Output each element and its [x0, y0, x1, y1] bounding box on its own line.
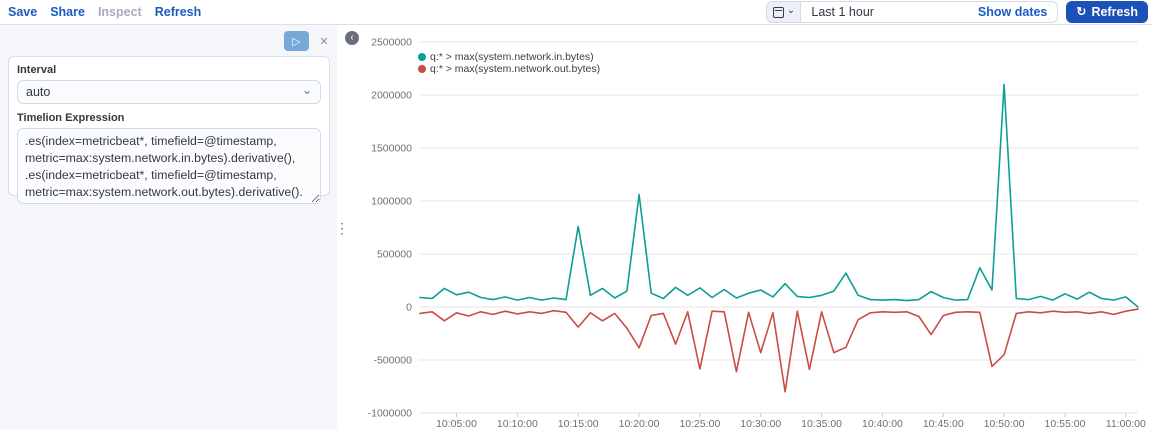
run-expression-button[interactable]: ▷ — [284, 31, 309, 51]
share-link[interactable]: Share — [50, 5, 85, 19]
svg-text:2500000: 2500000 — [371, 37, 412, 49]
svg-text:-1000000: -1000000 — [368, 408, 413, 420]
svg-text:10:50:00: 10:50:00 — [984, 418, 1025, 429]
interval-select[interactable]: auto ⌄ — [17, 80, 321, 104]
svg-text:10:15:00: 10:15:00 — [558, 418, 599, 429]
collapse-left-icon: ‹ — [350, 32, 353, 43]
legend-dot-in-bytes — [418, 53, 426, 61]
collapse-panel-button[interactable]: ‹ — [345, 31, 359, 45]
expression-label: Timelion Expression — [17, 112, 321, 124]
show-dates-link[interactable]: Show dates — [978, 2, 1057, 22]
legend-label-out-bytes: q:* > max(system.network.out.bytes) — [430, 63, 600, 75]
close-editor-button[interactable]: ✕ — [316, 33, 332, 49]
panel-actions: ▷ ✕ — [284, 31, 332, 51]
refresh-button[interactable]: ↻ Refresh — [1066, 1, 1148, 23]
legend-item: q:* > max(system.network.in.bytes) — [418, 51, 600, 62]
legend-label-in-bytes: q:* > max(system.network.in.bytes) — [430, 51, 594, 63]
super-date-picker: ⌄ Last 1 hour Show dates — [766, 1, 1058, 23]
chart-legend: q:* > max(system.network.in.bytes) q:* >… — [418, 51, 600, 75]
select-chevron-down-icon: ⌄ — [302, 88, 312, 93]
interval-label: Interval — [17, 64, 321, 76]
refresh-button-label: Refresh — [1091, 5, 1138, 19]
refresh-icon: ↻ — [1076, 6, 1086, 18]
svg-text:10:20:00: 10:20:00 — [619, 418, 660, 429]
expression-field: Timelion Expression .es(index=metricbeat… — [17, 112, 321, 209]
svg-text:500000: 500000 — [377, 249, 412, 261]
svg-text:10:40:00: 10:40:00 — [862, 418, 903, 429]
calendar-icon — [773, 7, 784, 18]
svg-text:10:55:00: 10:55:00 — [1045, 418, 1086, 429]
svg-text:11:00:00: 11:00:00 — [1106, 418, 1146, 429]
interval-value: auto — [26, 85, 50, 99]
play-icon: ▷ — [292, 35, 300, 48]
refresh-link[interactable]: Refresh — [155, 5, 202, 19]
svg-text:1000000: 1000000 — [371, 196, 412, 208]
svg-text:10:25:00: 10:25:00 — [679, 418, 720, 429]
svg-text:-500000: -500000 — [373, 355, 412, 367]
date-picker-quick-menu-button[interactable]: ⌄ — [767, 2, 801, 22]
close-icon: ✕ — [319, 35, 328, 48]
svg-text:10:30:00: 10:30:00 — [740, 418, 781, 429]
inspect-link: Inspect — [98, 5, 142, 19]
date-range-value[interactable]: Last 1 hour — [801, 2, 978, 22]
svg-text:10:35:00: 10:35:00 — [801, 418, 842, 429]
timelion-page: Save Share Inspect Refresh ⌄ Last 1 hour… — [0, 0, 1152, 429]
timelion-chart-svg[interactable]: 2500000 2000000 1500000 1000000 500000 0 -5000… — [360, 25, 1152, 429]
chart-area[interactable]: 2500000 2000000 1500000 1000000 500000 0 -5000… — [360, 25, 1152, 429]
svg-text:2000000: 2000000 — [371, 90, 412, 102]
legend-item: q:* > max(system.network.out.bytes) — [418, 63, 600, 74]
panel-resize-handle[interactable]: ⋮ — [335, 225, 343, 231]
svg-text:0: 0 — [406, 302, 412, 314]
date-picker-bar: ⌄ Last 1 hour Show dates ↻ Refresh — [766, 1, 1152, 23]
top-bar: Save Share Inspect Refresh ⌄ Last 1 hour… — [0, 0, 1152, 25]
save-link[interactable]: Save — [8, 5, 37, 19]
chevron-down-icon: ⌄ — [787, 6, 795, 16]
drag-dots-icon: ⋮ — [335, 220, 349, 236]
editor-card: Interval auto ⌄ Timelion Expression .es(… — [8, 56, 330, 196]
toolbar: Save Share Inspect Refresh — [0, 5, 201, 19]
legend-dot-out-bytes — [418, 65, 426, 73]
svg-text:10:10:00: 10:10:00 — [497, 418, 538, 429]
svg-text:10:45:00: 10:45:00 — [923, 418, 964, 429]
timelion-expression-panel: ▷ ✕ Interval auto ⌄ Timelion Expression … — [0, 25, 337, 429]
timelion-expression-textarea[interactable]: .es(index=metricbeat*, timefield=@timest… — [17, 128, 321, 204]
svg-text:1500000: 1500000 — [371, 143, 412, 155]
svg-text:10:05:00: 10:05:00 — [436, 418, 477, 429]
